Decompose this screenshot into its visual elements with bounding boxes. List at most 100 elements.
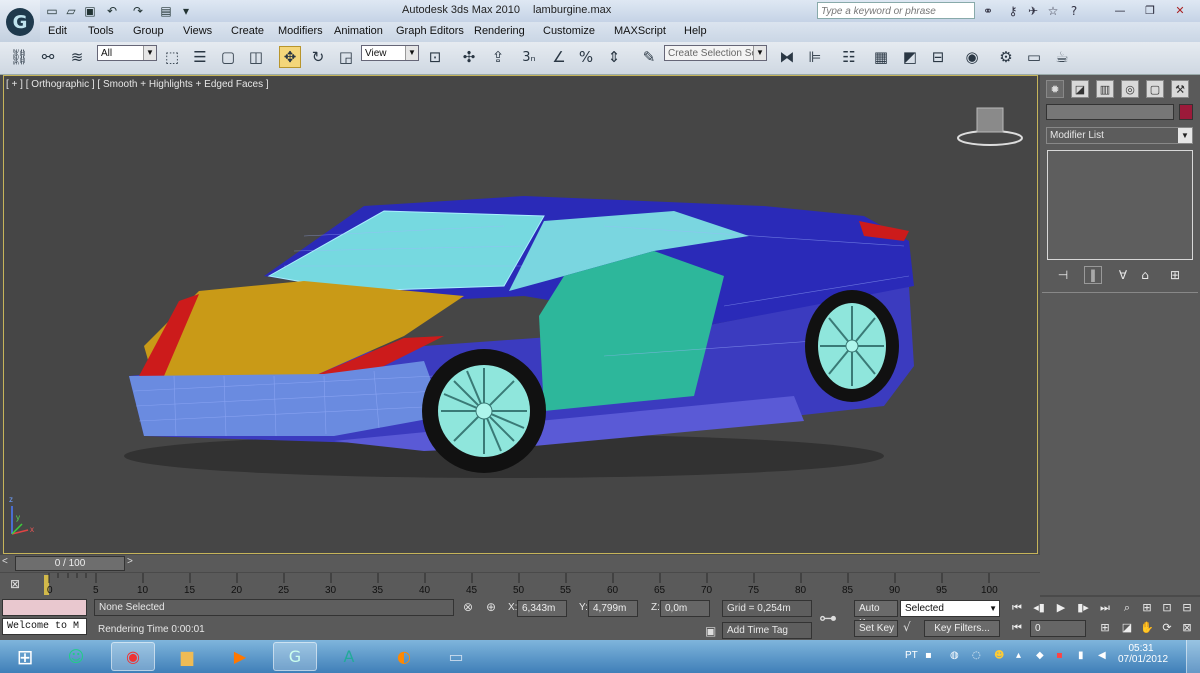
next-frame-button-icon[interactable]: ▮▸ — [1074, 599, 1092, 616]
menu-create[interactable]: Create — [231, 25, 264, 37]
communication-center-icon[interactable]: ✈ — [1025, 3, 1041, 19]
auto-key-button[interactable]: Auto Key — [854, 600, 898, 629]
redo-icon[interactable]: ↷ — [130, 3, 146, 19]
pan-view-icon[interactable]: ✋ — [1138, 619, 1156, 636]
blender-icon[interactable]: ◐ — [382, 642, 426, 671]
z-coordinate-field[interactable]: 0,0m — [660, 600, 710, 617]
messenger-icon[interactable]: ☺ — [54, 642, 98, 671]
rendered-frame-window-icon[interactable]: ▭ — [1023, 46, 1045, 68]
set-key-button[interactable]: Set Key — [854, 620, 898, 637]
tray-icon[interactable]: ▪ — [1056, 650, 1063, 661]
hierarchy-tab-icon[interactable]: ▥ — [1096, 80, 1114, 98]
zoom-all-icon[interactable]: ⊞ — [1138, 599, 1156, 616]
undo-icon[interactable]: ↶ — [104, 3, 120, 19]
modify-tab-icon[interactable]: ◪ — [1071, 80, 1089, 98]
field-of-view-icon[interactable]: ◪ — [1118, 619, 1136, 636]
unlink-icon[interactable]: ⚯ — [37, 46, 59, 68]
restore-button[interactable]: ❐ — [1138, 2, 1162, 18]
start-button-icon[interactable]: ⊞ — [2, 642, 48, 671]
select-and-rotate-icon[interactable]: ↻ — [307, 46, 329, 68]
menu-animation[interactable]: Animation — [334, 25, 383, 37]
menu-maxscript[interactable]: MAXScript — [614, 25, 666, 37]
object-name-field[interactable] — [1046, 104, 1174, 120]
rectangular-selection-icon[interactable]: ▢ — [217, 46, 239, 68]
image-viewer-icon[interactable]: ▭ — [434, 642, 478, 671]
orbit-icon[interactable]: ⟳ — [1158, 619, 1176, 636]
create-tab-icon[interactable]: ✹ — [1046, 80, 1064, 98]
render-production-icon[interactable]: ☕ — [1051, 46, 1073, 68]
curve-editor-icon[interactable]: ◩ — [899, 46, 921, 68]
y-coordinate-field[interactable]: 4,799m — [588, 600, 638, 617]
select-and-move-icon[interactable]: ✥ — [279, 46, 301, 68]
open-file-icon[interactable]: ▱ — [63, 3, 79, 19]
chrome-icon[interactable]: ◉ — [111, 642, 155, 671]
play-icon[interactable]: ▶ — [1052, 599, 1070, 616]
menu-tools[interactable]: Tools — [88, 25, 114, 37]
zoom-extents-all-icon[interactable]: ⊟ — [1178, 599, 1196, 616]
favorites-star-icon[interactable]: ☆ — [1045, 3, 1061, 19]
align-icon[interactable]: ⊫ — [804, 46, 826, 68]
utilities-tab-icon[interactable]: ⚒ — [1171, 80, 1189, 98]
bind-space-warp-icon[interactable]: ≋ — [66, 46, 88, 68]
clock[interactable]: 05:31 07/01/2012 — [1118, 643, 1168, 665]
default-tangent-icon[interactable]: √ — [903, 620, 911, 634]
tray-icon[interactable]: ▪ — [925, 650, 932, 661]
menu-graph-editors[interactable]: Graph Editors — [396, 25, 464, 37]
quick-access-dropdown-icon[interactable]: ▾ — [178, 3, 194, 19]
key-filters-button[interactable]: Key Filters... — [924, 620, 1000, 637]
minimize-button[interactable]: — — [1108, 2, 1132, 18]
key-mode-dropdown[interactable]: Selected ▼ — [900, 600, 1000, 617]
layer-manager-icon[interactable]: ☷ — [838, 46, 860, 68]
tray-icon[interactable]: ☻ — [994, 650, 1004, 661]
media-player-icon[interactable]: ▶ — [218, 642, 262, 671]
maxscript-mini-listener[interactable]: Welcome to M — [2, 618, 87, 635]
menu-customize[interactable]: Customize — [543, 25, 595, 37]
new-file-icon[interactable]: ▭ — [44, 3, 60, 19]
pin-stack-icon[interactable]: ⊣ — [1054, 266, 1072, 284]
prev-frame-icon[interactable]: < — [2, 556, 12, 571]
subscription-icon[interactable]: ⚷ — [1005, 3, 1021, 19]
object-color-swatch[interactable] — [1179, 104, 1193, 120]
make-unique-icon[interactable]: ∀ — [1114, 266, 1132, 284]
select-object-icon[interactable]: ⬚ — [161, 46, 183, 68]
select-manipulate-icon[interactable]: ✣ — [458, 46, 480, 68]
remove-modifier-icon[interactable]: ⌂ — [1136, 266, 1154, 284]
help-icon[interactable]: ? — [1066, 3, 1082, 19]
close-button[interactable]: ✕ — [1168, 2, 1192, 18]
schematic-view-icon[interactable]: ⊟ — [927, 46, 949, 68]
application-button[interactable]: G — [0, 0, 40, 44]
key-mode-toggle-icon[interactable]: ⏮ — [1008, 619, 1026, 636]
graphite-modeling-tools-icon[interactable]: ▦ — [870, 46, 892, 68]
modifier-list-dropdown[interactable]: Modifier List ▼ — [1046, 127, 1193, 144]
menu-group[interactable]: Group — [133, 25, 164, 37]
mini-curve-editor-icon[interactable]: ⊠ — [10, 577, 28, 593]
time-configuration-icon[interactable]: ⊞ — [1096, 619, 1114, 636]
menu-views[interactable]: Views — [183, 25, 212, 37]
reference-coordinate-dropdown[interactable]: View ▼ — [361, 45, 419, 61]
x-coordinate-field[interactable]: 6,343m — [517, 600, 567, 617]
tray-icon[interactable]: ▴ — [1016, 650, 1021, 661]
link-icon[interactable]: ⛓ — [8, 46, 30, 68]
menu-rendering[interactable]: Rendering — [474, 25, 525, 37]
binoculars-icon[interactable]: ⚭ — [980, 3, 996, 19]
edit-named-selection-icon[interactable]: ✎ — [638, 46, 660, 68]
time-slider[interactable]: 0 / 100 — [15, 556, 125, 571]
configure-modifier-sets-icon[interactable]: ⊞ — [1166, 266, 1184, 284]
go-to-start-icon[interactable]: ⏮ — [1008, 599, 1026, 616]
menu-modifiers[interactable]: Modifiers — [278, 25, 323, 37]
material-editor-icon[interactable]: ◉ — [961, 46, 983, 68]
window-crossing-icon[interactable]: ◫ — [245, 46, 267, 68]
keyboard-shortcut-override-icon[interactable]: ⇪ — [487, 46, 509, 68]
selection-lock-icon[interactable]: ⊗ — [463, 600, 473, 614]
tray-icon[interactable]: ◍ — [950, 650, 959, 661]
3dsmax-taskbar-icon[interactable]: G — [273, 642, 317, 671]
explorer-folder-icon[interactable]: ▆ — [165, 642, 209, 671]
select-by-name-icon[interactable]: ☰ — [189, 46, 211, 68]
set-key-icon[interactable]: ⊶ — [819, 608, 837, 629]
volume-icon[interactable]: ◀ — [1098, 650, 1106, 661]
dictionary-app-icon[interactable]: A — [327, 642, 371, 671]
snaps-toggle-icon[interactable]: 3ₙ — [518, 46, 540, 68]
go-to-end-icon[interactable]: ⏭ — [1096, 599, 1114, 616]
zoom-extents-icon[interactable]: ⊡ — [1158, 599, 1176, 616]
spinner-snap-icon[interactable]: ⇕ — [603, 46, 625, 68]
